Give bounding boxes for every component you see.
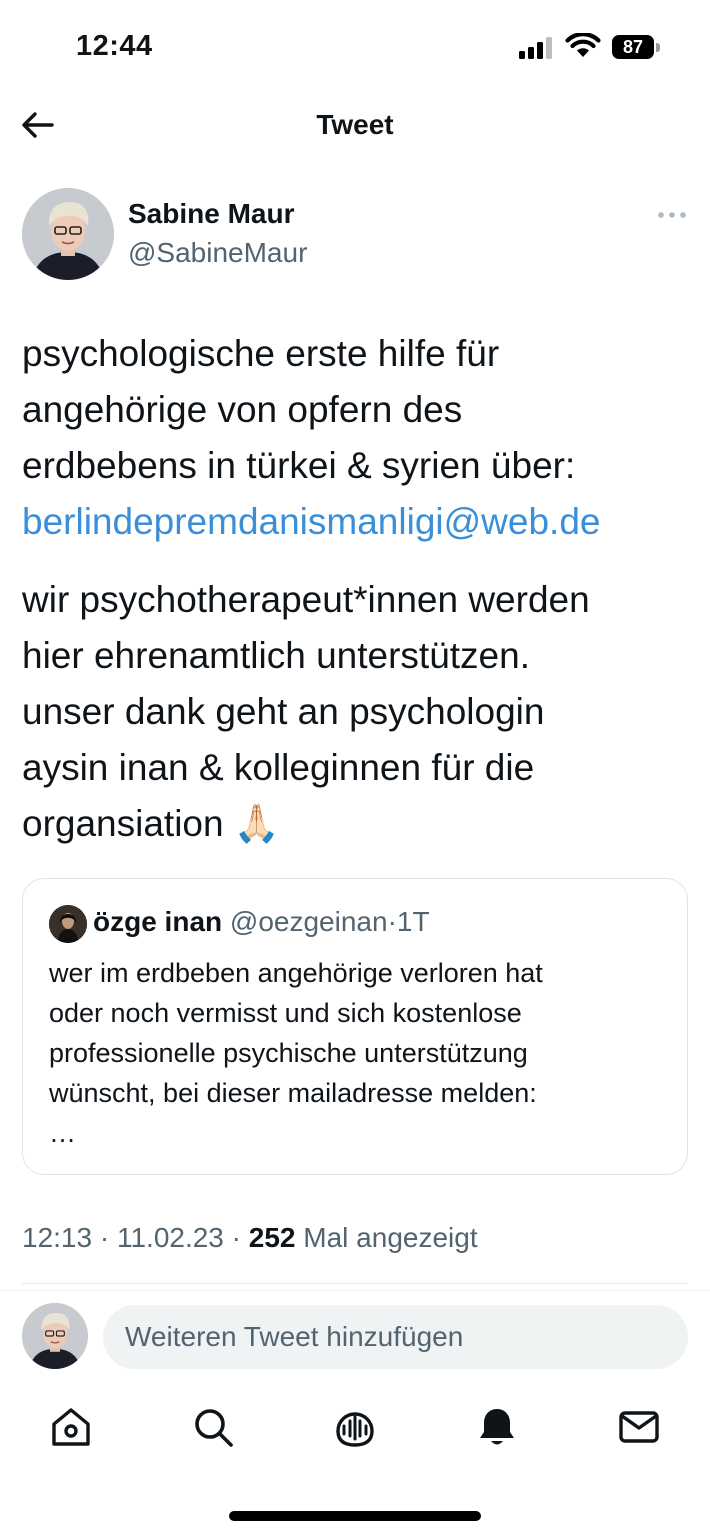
wifi-icon	[565, 33, 601, 57]
folded-hands-emoji-icon: 🙏🏻	[233, 803, 280, 844]
battery-level: 87	[612, 35, 654, 59]
tweet-line: unser dank geht an psychologin	[22, 691, 545, 732]
quoted-tweet-text: wer im erdbeben angehörige verloren hat …	[49, 953, 669, 1153]
notifications-icon[interactable]	[475, 1405, 519, 1449]
quoted-author-name: özge inan	[93, 906, 223, 937]
divider	[0, 1290, 710, 1291]
tweet-time: 12:13	[22, 1222, 93, 1253]
page-title: Tweet	[316, 109, 394, 140]
reply-input[interactable]	[103, 1305, 688, 1369]
tweet-line: wir psychotherapeut*innen werden	[22, 579, 590, 620]
quoted-line: oder noch vermisst und sich kostenlose	[49, 998, 522, 1028]
tweet-date: 11.02.23	[116, 1222, 224, 1253]
author-name[interactable]: Sabine Maur	[128, 198, 294, 230]
quoted-line: wünscht, bei dieser mailadresse melden:	[49, 1078, 537, 1108]
divider	[22, 1283, 688, 1284]
tweet-line: aysin inan & kolleginnen für die	[22, 747, 535, 788]
author-handle[interactable]: @SabineMaur	[128, 237, 307, 269]
messages-icon[interactable]	[617, 1405, 661, 1449]
status-time: 12:44	[76, 30, 153, 62]
spaces-icon[interactable]	[333, 1405, 377, 1449]
quoted-line: …	[49, 1118, 76, 1148]
tweet-text: psychologische erste hilfe für angehörig…	[22, 326, 692, 852]
search-icon[interactable]	[191, 1405, 235, 1449]
view-count-label[interactable]: Mal angezeigt	[303, 1222, 477, 1253]
tweet-line: angehörige von opfern des	[22, 389, 463, 430]
separator-dot: ·	[231, 1222, 241, 1253]
tweet-line: erdbebens in türkei & syrien über:	[22, 445, 576, 486]
tweet-line: organsiation	[22, 803, 224, 844]
avatar-photo	[49, 905, 87, 943]
view-count[interactable]: 252	[249, 1222, 296, 1253]
home-icon[interactable]	[49, 1405, 93, 1449]
quoted-tweet-time: 1T	[396, 906, 430, 937]
author-avatar[interactable]	[22, 188, 114, 280]
separator-dot: ·	[99, 1222, 110, 1253]
quoted-tweet-card[interactable]: özge inan @oezgeinan·1T wer im erdbeben …	[22, 878, 688, 1175]
quoted-line: professionelle psychische unterstützung	[49, 1038, 528, 1068]
avatar-photo	[22, 188, 114, 280]
top-navigation: Tweet	[0, 95, 710, 157]
separator-dot: ·	[387, 906, 397, 937]
avatar-photo	[22, 1303, 88, 1369]
cellular-signal-icon	[519, 37, 552, 59]
status-bar: 12:44 87	[0, 0, 710, 95]
quoted-line: wer im erdbeben angehörige verloren hat	[49, 958, 543, 988]
quoted-author-handle: @oezgeinan	[229, 906, 388, 937]
home-indicator[interactable]	[229, 1511, 481, 1521]
tweet-meta: 12:13 · 11.02.23 · 252 Mal angezeigt	[22, 1222, 478, 1254]
email-link[interactable]: berlindepremdanismanligi@web.de	[22, 501, 601, 542]
quoted-author-avatar	[49, 905, 87, 943]
tweet-line: psychologische erste hilfe für	[22, 333, 500, 374]
current-user-avatar[interactable]	[22, 1303, 88, 1369]
battery-icon: 87	[612, 35, 660, 59]
more-options-icon[interactable]	[656, 203, 688, 227]
tweet-line: hier ehrenamtlich unterstützen.	[22, 635, 530, 676]
